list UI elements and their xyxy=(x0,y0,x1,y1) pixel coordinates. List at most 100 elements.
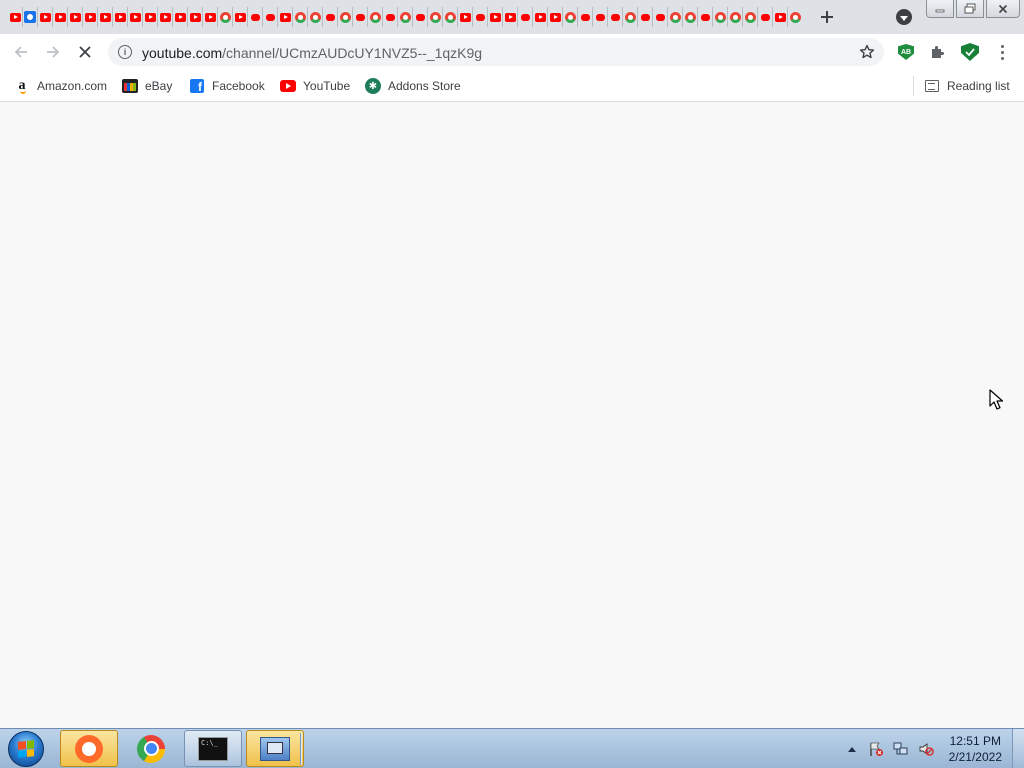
browser-tab[interactable] xyxy=(458,7,473,27)
url-path: /channel/UCmzAUDcUY1NVZ5--_1qzK9g xyxy=(222,45,483,61)
browser-tab[interactable] xyxy=(158,7,173,27)
browser-tab[interactable] xyxy=(218,7,233,27)
taskbar-clock[interactable]: 12:51 PM 2/21/2022 xyxy=(949,733,1002,765)
browser-tab[interactable] xyxy=(278,7,293,27)
taskbar-app-clock[interactable] xyxy=(60,730,118,767)
browser-tab[interactable] xyxy=(653,7,668,27)
youtube-favicon-icon xyxy=(129,12,141,22)
dot-favicon-icon xyxy=(265,13,275,21)
minimize-button[interactable] xyxy=(926,0,954,18)
browser-tab[interactable] xyxy=(638,7,653,27)
browser-tab[interactable] xyxy=(233,7,248,27)
stop-loading-button[interactable] xyxy=(73,40,97,64)
browser-tab[interactable] xyxy=(338,7,353,27)
dot-favicon-icon xyxy=(610,13,620,21)
browser-tab[interactable] xyxy=(128,7,143,27)
bookmark-ebay[interactable]: eBay xyxy=(122,76,172,96)
youtube-favicon-icon xyxy=(39,12,51,22)
browser-tab[interactable] xyxy=(713,7,728,27)
browser-tab[interactable] xyxy=(8,7,23,27)
clock-time: 12:51 PM xyxy=(949,734,1001,748)
browser-tab[interactable] xyxy=(758,7,773,27)
browser-tab[interactable] xyxy=(533,7,548,27)
browser-tab[interactable] xyxy=(578,7,593,27)
addons-store-icon: ✱ xyxy=(365,78,381,94)
browser-tab[interactable] xyxy=(773,7,788,27)
browser-tab[interactable] xyxy=(308,7,323,27)
browser-tab[interactable] xyxy=(788,7,803,27)
browser-tab[interactable] xyxy=(503,7,518,27)
show-hidden-icons-button[interactable] xyxy=(844,741,860,757)
browser-tab[interactable] xyxy=(248,7,263,27)
browser-tab[interactable] xyxy=(53,7,68,27)
browser-tab[interactable] xyxy=(353,7,368,27)
start-button[interactable] xyxy=(4,730,48,768)
bookmark-addons-store[interactable]: ✱ Addons Store xyxy=(365,76,461,96)
address-url[interactable]: youtube.com/channel/UCmzAUDcUY1NVZ5--_1q… xyxy=(142,45,482,61)
browser-tab[interactable] xyxy=(608,7,623,27)
browser-tab[interactable] xyxy=(188,7,203,27)
browser-tab[interactable] xyxy=(683,7,698,27)
browser-tab[interactable] xyxy=(383,7,398,27)
ebay-icon xyxy=(122,78,138,94)
taskbar-app-remote-desktop[interactable] xyxy=(246,730,304,767)
browser-tab[interactable] xyxy=(698,7,713,27)
youtube-favicon-icon xyxy=(84,12,96,22)
browser-tab[interactable] xyxy=(473,7,488,27)
new-tab-button[interactable] xyxy=(817,7,837,27)
browser-tab[interactable] xyxy=(428,7,443,27)
browser-tab[interactable] xyxy=(398,7,413,27)
browser-tab[interactable] xyxy=(23,7,38,27)
mixed-favicon-icon xyxy=(624,11,636,23)
action-center-flag-icon[interactable] xyxy=(868,741,884,757)
back-button[interactable] xyxy=(9,40,33,64)
extensions-puzzle-icon[interactable] xyxy=(929,43,947,61)
address-bar[interactable]: i youtube.com/channel/UCmzAUDcUY1NVZ5--_… xyxy=(108,38,884,66)
browser-tab[interactable] xyxy=(203,7,218,27)
security-shield-extension-icon[interactable] xyxy=(961,43,979,61)
browser-tab[interactable] xyxy=(323,7,338,27)
browser-tab[interactable] xyxy=(413,7,428,27)
bookmark-facebook[interactable]: f Facebook xyxy=(189,76,265,96)
browser-tab[interactable] xyxy=(83,7,98,27)
reading-list-button[interactable]: Reading list xyxy=(924,76,1010,96)
browser-tab[interactable] xyxy=(68,7,83,27)
bookmark-youtube[interactable]: YouTube xyxy=(280,76,350,96)
browser-tab[interactable] xyxy=(728,7,743,27)
browser-tab[interactable] xyxy=(173,7,188,27)
taskbar-app-chrome[interactable] xyxy=(122,730,180,767)
browser-tab[interactable] xyxy=(548,7,563,27)
mixed-favicon-icon xyxy=(294,11,306,23)
restore-icon xyxy=(964,3,976,14)
browser-tab[interactable] xyxy=(143,7,158,27)
browser-tab[interactable] xyxy=(593,7,608,27)
network-icon[interactable] xyxy=(893,741,909,757)
site-info-icon[interactable]: i xyxy=(118,45,132,59)
minimize-icon xyxy=(935,9,945,12)
browser-tab[interactable] xyxy=(563,7,578,27)
browser-tab[interactable] xyxy=(263,7,278,27)
taskbar-app-command-prompt[interactable]: C:\_ xyxy=(184,730,242,767)
bookmark-amazon[interactable]: a Amazon.com xyxy=(14,76,107,96)
browser-tab[interactable] xyxy=(98,7,113,27)
forward-button[interactable] xyxy=(41,40,65,64)
browser-tab[interactable] xyxy=(518,7,533,27)
volume-muted-icon[interactable] xyxy=(918,741,934,757)
browser-menu-button[interactable] xyxy=(995,42,1009,62)
page-content[interactable] xyxy=(0,103,1024,728)
browser-tab[interactable] xyxy=(38,7,53,27)
adblock-extension-icon[interactable]: AB xyxy=(898,44,914,60)
browser-tab[interactable] xyxy=(293,7,308,27)
restore-button[interactable] xyxy=(956,0,984,18)
show-desktop-button[interactable] xyxy=(1012,729,1024,768)
tab-search-button[interactable] xyxy=(896,9,912,25)
browser-tab[interactable] xyxy=(113,7,128,27)
bookmark-star-button[interactable] xyxy=(858,43,876,61)
close-button[interactable] xyxy=(986,0,1020,18)
browser-tab[interactable] xyxy=(443,7,458,27)
browser-tab[interactable] xyxy=(368,7,383,27)
browser-tab[interactable] xyxy=(488,7,503,27)
browser-tab[interactable] xyxy=(743,7,758,27)
browser-tab[interactable] xyxy=(623,7,638,27)
browser-tab[interactable] xyxy=(668,7,683,27)
